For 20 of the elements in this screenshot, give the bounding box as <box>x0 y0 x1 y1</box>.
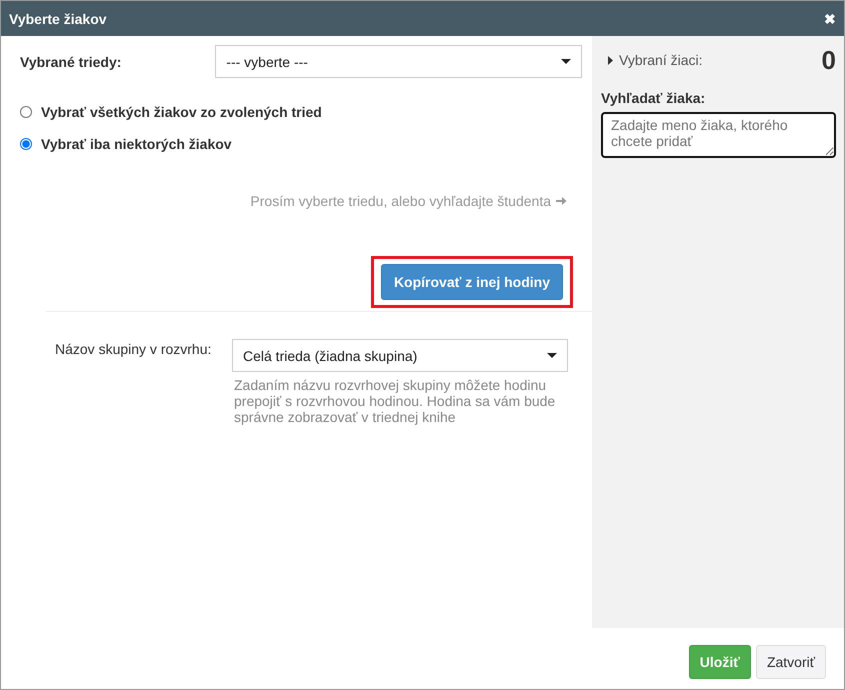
copy-button[interactable]: Kopírovať z inej hodiny <box>380 264 563 300</box>
help-text: Zadaním názvu rozvrhovej skupiny môžete hodinu prepojiť s rozvrhovou hodinou. Hodina sa vám bude správne zobrazovať v triednej knihe <box>234 377 556 425</box>
window-title: Vyberte žiakov <box>9 10 107 26</box>
search-field[interactable]: Zadajte meno žiaka, ktorého chcete pridať <box>601 112 836 158</box>
radio-option[interactable]: Vybrať iba niektorých žiakov <box>20 135 582 153</box>
field-label: Vybrané triedy: <box>20 54 122 70</box>
arrow-right-icon <box>555 195 567 207</box>
class-select[interactable]: --- vyberte --- <box>215 45 582 78</box>
caret-icon <box>561 59 571 64</box>
field-label: Vyhľadať žiaka: <box>601 90 706 106</box>
caret-icon <box>547 353 557 358</box>
close-button[interactable]: ✖ <box>824 10 836 26</box>
hint-text: Prosím vyberte triedu, alebo vyhľadajte študenta <box>250 193 551 209</box>
close-dialog-button[interactable]: Zatvoriť <box>756 644 826 678</box>
count: 0 <box>822 44 836 76</box>
caret-right-icon[interactable] <box>608 56 613 64</box>
group-select[interactable]: Celá trieda (žiadna skupina) <box>232 339 568 372</box>
field-label: Názov skupiny v rozvrhu: <box>55 340 212 359</box>
radio-option[interactable]: Vybrať všetkých žiakov zo zvolených tried <box>20 103 582 121</box>
selected-students-label[interactable]: Vybraní žiaci: <box>619 52 822 68</box>
